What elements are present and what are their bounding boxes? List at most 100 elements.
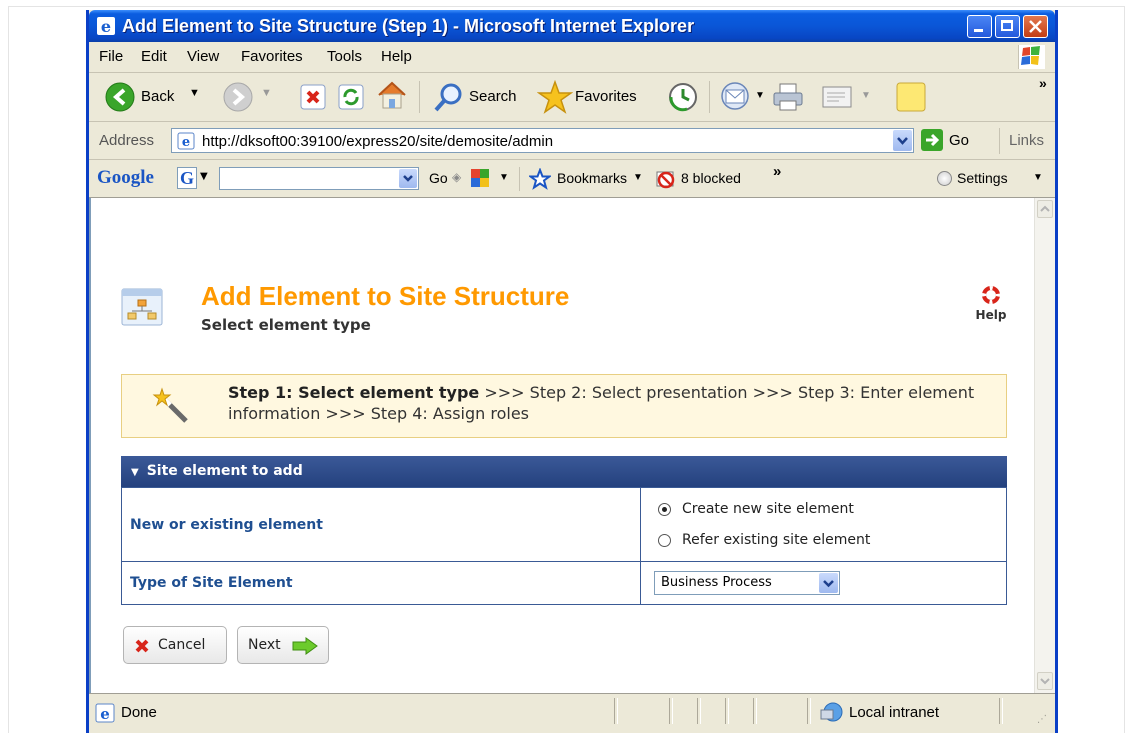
close-button[interactable] xyxy=(1023,15,1048,38)
search-button[interactable]: Search xyxy=(429,79,529,115)
go-label: Go xyxy=(949,132,970,149)
resize-grip-icon[interactable]: ⋰ xyxy=(1037,714,1047,725)
menu-edit[interactable]: Edit xyxy=(141,48,167,65)
google-chevron-icon[interactable]: » xyxy=(773,163,781,180)
minimize-button[interactable] xyxy=(967,15,992,38)
page-content: Add Element to Site Structure Select ele… xyxy=(89,198,1055,693)
help-label: Help xyxy=(975,308,1007,322)
status-divider xyxy=(999,698,1003,724)
element-type-cell: Business Process xyxy=(640,561,1007,605)
mail-dropdown-icon[interactable]: ▼ xyxy=(755,90,765,101)
cancel-label: Cancel xyxy=(158,637,206,653)
address-dropdown-button[interactable] xyxy=(893,130,912,151)
search-icon xyxy=(434,83,462,112)
radio-refer-existing-input[interactable] xyxy=(658,533,671,547)
forward-button[interactable]: ▼ xyxy=(221,79,281,115)
window-title: Add Element to Site Structure (Step 1) -… xyxy=(122,16,695,36)
site-structure-icon xyxy=(121,288,163,326)
menu-favorites[interactable]: Favorites xyxy=(241,48,303,65)
popup-blocked-icon xyxy=(656,171,675,189)
vertical-scrollbar[interactable] xyxy=(1034,198,1055,693)
refresh-icon[interactable] xyxy=(337,83,365,111)
back-dropdown-icon[interactable]: ▼ xyxy=(189,87,200,99)
links-button[interactable]: Links xyxy=(1009,132,1044,149)
edit-dropdown-icon[interactable]: ▼ xyxy=(861,90,871,101)
status-divider xyxy=(697,698,701,724)
cancel-button[interactable]: Cancel xyxy=(123,626,227,664)
settings-radio-icon xyxy=(937,171,952,186)
print-icon[interactable] xyxy=(771,81,805,113)
diamond-icon: ◈ xyxy=(452,170,462,184)
menu-bar: File Edit View Favorites Tools Help xyxy=(89,42,1055,73)
wizard-steps: Step 1: Select element type >>> Step 2: … xyxy=(121,374,1007,438)
type-of-site-element-label: Type of Site Element xyxy=(121,561,641,605)
element-type-select[interactable]: Business Process xyxy=(654,571,840,595)
menu-help[interactable]: Help xyxy=(381,48,412,65)
puzzle-dropdown-icon[interactable]: ▼ xyxy=(499,172,509,183)
element-option-cell: Create new site element Refer existing s… xyxy=(640,487,1007,562)
puzzle-icon[interactable] xyxy=(469,167,491,189)
blocked-count: 8 blocked xyxy=(681,170,741,186)
home-icon[interactable] xyxy=(375,79,409,111)
svg-text:e: e xyxy=(101,17,111,35)
radio-create-new-label[interactable]: Create new site element xyxy=(682,501,854,517)
ie-logo-icon: e xyxy=(97,17,115,35)
maximize-button[interactable] xyxy=(995,15,1020,38)
ie-page-icon: e xyxy=(95,703,115,723)
back-button[interactable]: Back ▼ xyxy=(97,79,209,115)
mail-icon[interactable] xyxy=(719,81,753,111)
menu-view[interactable]: View xyxy=(187,48,219,65)
go-button[interactable]: Go xyxy=(921,128,981,153)
google-logo[interactable]: Google xyxy=(97,167,154,189)
close-icon xyxy=(1029,20,1042,33)
zone-text: Local intranet xyxy=(849,704,940,721)
toolbar-separator xyxy=(709,81,710,113)
radio-refer-existing[interactable]: Refer existing site element xyxy=(642,525,1005,557)
element-type-dropdown-button[interactable] xyxy=(819,573,838,593)
title-bar[interactable]: e Add Element to Site Structure (Step 1)… xyxy=(89,10,1055,42)
menu-tools[interactable]: Tools xyxy=(327,48,362,65)
page-title: Add Element to Site Structure xyxy=(201,281,570,311)
maximize-icon xyxy=(1001,20,1013,31)
google-go-button[interactable]: Go xyxy=(429,170,448,186)
favorites-button[interactable]: Favorites xyxy=(535,79,655,115)
radio-create-new[interactable]: Create new site element xyxy=(642,493,1005,525)
menu-file[interactable]: File xyxy=(99,48,123,65)
address-input[interactable]: e http://dksoft00:39100/express20/site/d… xyxy=(171,128,914,153)
favorites-label: Favorites xyxy=(575,88,637,105)
bookmarks-label: Bookmarks xyxy=(557,170,628,186)
edit-icon[interactable] xyxy=(821,83,855,111)
scroll-down-button[interactable] xyxy=(1037,672,1053,690)
bookmarks-button[interactable]: Bookmarks ▼ xyxy=(529,166,647,192)
chevron-down-icon xyxy=(897,137,908,145)
collapse-triangle-icon: ▼ xyxy=(131,467,139,478)
google-search-input[interactable] xyxy=(219,167,419,190)
scroll-up-button[interactable] xyxy=(1037,200,1053,218)
form-table: New or existing element Create new site … xyxy=(121,487,1007,605)
history-icon[interactable] xyxy=(667,81,699,113)
wizard-current-step: Step 1: Select element type xyxy=(228,383,480,402)
google-separator xyxy=(519,167,520,191)
settings-button[interactable]: Settings ▼ xyxy=(937,166,1047,192)
back-arrow-icon xyxy=(105,82,135,112)
forward-arrow-icon xyxy=(223,82,253,112)
radio-refer-existing-label[interactable]: Refer existing site element xyxy=(682,532,870,548)
bookmark-star-icon xyxy=(529,168,551,190)
google-g-menu[interactable]: G ▼ xyxy=(177,167,213,189)
chevron-down-icon: ▼ xyxy=(1033,172,1043,183)
chevron-down-icon: ▼ xyxy=(200,171,208,182)
toolbar-chevron-icon[interactable]: » xyxy=(1039,75,1047,91)
stop-icon[interactable] xyxy=(299,83,327,111)
google-search-dropdown[interactable] xyxy=(399,169,417,188)
next-button[interactable]: Next xyxy=(237,626,329,664)
note-icon[interactable] xyxy=(895,81,927,113)
local-intranet-icon xyxy=(820,702,843,722)
radio-create-new-input[interactable] xyxy=(658,502,671,516)
popup-blocker-button[interactable]: 8 blocked xyxy=(655,166,765,192)
table-row: Type of Site Element Business Process xyxy=(121,561,1007,605)
wizard-text: Step 1: Select element type >>> Step 2: … xyxy=(228,382,998,424)
next-label: Next xyxy=(248,637,281,653)
status-divider xyxy=(669,698,673,724)
panel-header[interactable]: ▼ Site element to add xyxy=(121,456,1007,487)
help-button[interactable]: Help xyxy=(971,286,1011,322)
